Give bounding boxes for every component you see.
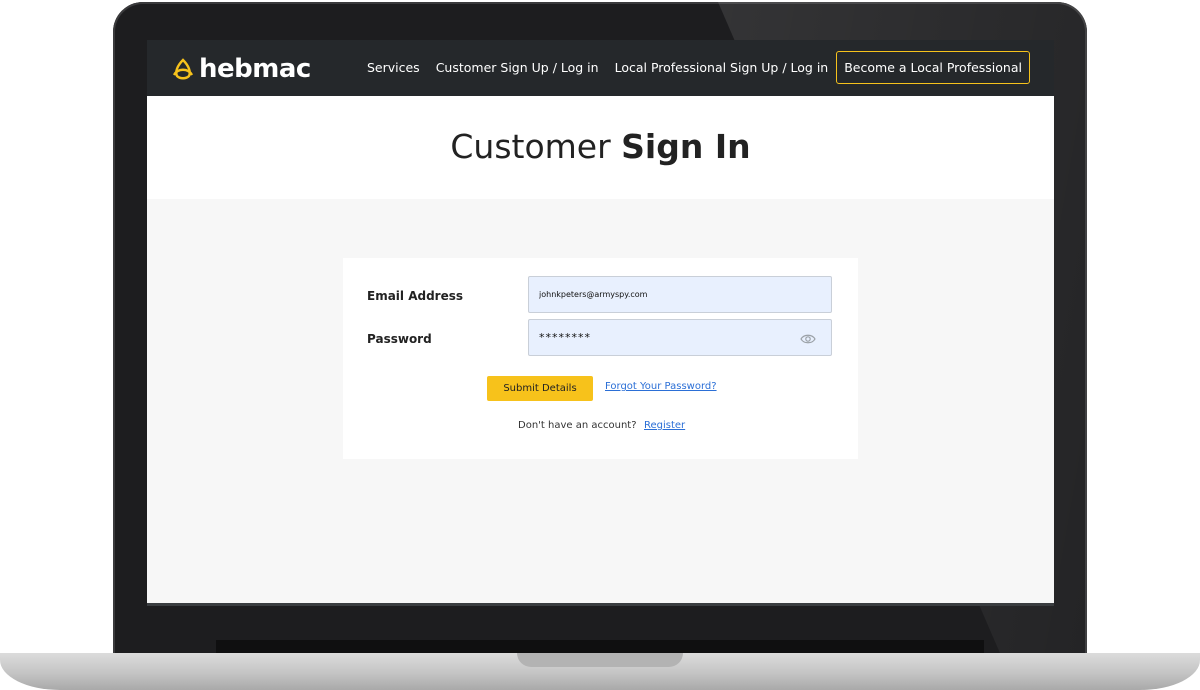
email-field[interactable]: [528, 276, 832, 313]
nav-link-services[interactable]: Services: [367, 60, 420, 75]
nav-link-professional-signup[interactable]: Local Professional Sign Up / Log in: [615, 60, 829, 75]
site-header: hebmac Services Customer Sign Up / Log i…: [147, 40, 1054, 96]
primary-nav: Services Customer Sign Up / Log in Local…: [351, 51, 1030, 84]
browser-screen: hebmac Services Customer Sign Up / Log i…: [147, 40, 1054, 606]
register-link[interactable]: Register: [644, 420, 685, 431]
password-field[interactable]: [528, 319, 832, 356]
laptop-base-notch: [517, 653, 683, 667]
submit-details-button[interactable]: Submit Details: [487, 376, 593, 401]
laptop-bezel-bottom: [216, 640, 984, 654]
become-professional-button[interactable]: Become a Local Professional: [836, 51, 1030, 84]
email-label: Email Address: [367, 289, 464, 303]
brand-name: hebmac: [199, 54, 311, 84]
no-account-text: Don't have an account?: [518, 420, 637, 431]
eye-icon[interactable]: [800, 333, 816, 345]
page-title-bold: Sign In: [621, 127, 751, 166]
sign-in-card: Email Address Password Submit Details Fo…: [343, 258, 858, 459]
page-title: Customer Sign In: [147, 96, 1054, 166]
forgot-password-link[interactable]: Forgot Your Password?: [605, 381, 717, 392]
title-band: Customer Sign In: [147, 96, 1054, 199]
page-title-light: Customer: [450, 127, 622, 166]
brand-logo[interactable]: hebmac: [171, 54, 311, 84]
triquetra-icon: [172, 58, 194, 80]
screen-bottom-edge: [147, 603, 1054, 606]
nav-link-customer-signup[interactable]: Customer Sign Up / Log in: [436, 60, 599, 75]
password-label: Password: [367, 332, 432, 346]
